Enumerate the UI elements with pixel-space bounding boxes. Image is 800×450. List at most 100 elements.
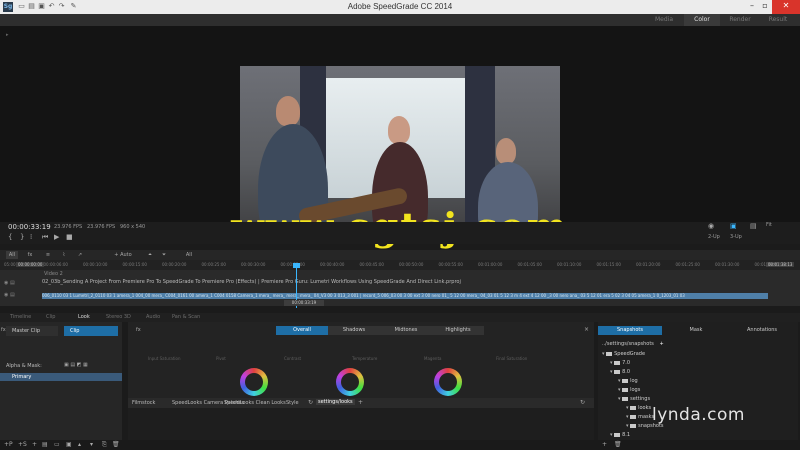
track-list-icon[interactable]: ≡ (44, 251, 52, 259)
prev-icon[interactable]: ⏶ (146, 251, 154, 259)
slider-temperature[interactable]: Temperature (352, 356, 377, 361)
tree-item[interactable]: ▾ 7.0 (610, 360, 630, 366)
close-icon[interactable]: ✕ (772, 0, 800, 14)
tab-highlights[interactable]: Highlights (432, 326, 484, 335)
tab-stereo3d[interactable]: Stereo 3D (106, 314, 131, 320)
track-v2-eye-icon[interactable]: ◉ ▤ (4, 280, 15, 286)
tree-item[interactable]: ▾ masks (626, 414, 654, 420)
color-wheel-1[interactable] (240, 368, 268, 396)
in-point-icon[interactable]: { (8, 233, 12, 241)
window-title: Adobe SpeedGrade CC 2014 (347, 2, 453, 11)
layer-up-icon[interactable]: ▴ (78, 441, 81, 448)
viewer-mode-icon[interactable]: ◉ (708, 222, 714, 230)
playhead-handle[interactable] (293, 263, 300, 268)
tab-overall[interactable]: Overall (276, 326, 328, 335)
viewer-split-icon[interactable]: ▤ (750, 222, 757, 230)
tab-render[interactable]: Render (722, 14, 758, 26)
tab-snapshots[interactable]: Snapshots (598, 326, 662, 335)
alpha-mask-label: Alpha & Mask: (6, 363, 42, 369)
ruler-tick-label: 00:00:15:00 (122, 262, 147, 267)
tab-filmstock[interactable]: Filmstock (132, 400, 155, 406)
all-button[interactable]: All (6, 251, 18, 259)
slider-contrast[interactable]: Contrast (284, 356, 301, 361)
all-tracks-button[interactable]: All (180, 251, 198, 259)
tab-shadows[interactable]: Shadows (328, 326, 380, 335)
tab-timeline[interactable]: Timeline (10, 314, 31, 320)
stop-icon[interactable]: ■ (66, 233, 73, 241)
tree-item[interactable]: ▾ 8.1 (610, 432, 630, 438)
slider-final-saturation[interactable]: Final Saturation (496, 356, 527, 361)
look-library-content[interactable] (128, 408, 594, 440)
auto-button[interactable]: + Auto (112, 251, 134, 259)
tab-mask[interactable]: Mask (664, 326, 728, 335)
fps-display: 23.976 FPS (54, 224, 83, 230)
tree-item[interactable]: ▾ 8.0 (610, 369, 630, 375)
snapshots-path[interactable]: ../settings/snapshots + (602, 341, 798, 347)
maximize-icon[interactable]: ▫ (758, 0, 772, 14)
library-sync-icon[interactable]: ↻ (580, 399, 585, 406)
tree-item[interactable]: ▾ settings (618, 396, 650, 402)
zoom-select[interactable]: Fit (766, 222, 772, 228)
folder-icon[interactable]: ▭ (54, 441, 60, 448)
tree-item[interactable]: ▾ looks (626, 405, 651, 411)
toggle-icon[interactable]: ⁞ (30, 233, 32, 241)
snap-trash-icon[interactable]: 🗑 (614, 441, 622, 448)
slider-magenta[interactable]: Magenta (424, 356, 441, 361)
minimize-icon[interactable]: – (745, 0, 759, 14)
add-layer-icon[interactable]: +P (4, 441, 13, 448)
refresh-icon[interactable]: ↻ (308, 399, 313, 406)
viewer-menu-arrow-icon[interactable]: ▸ (6, 32, 9, 38)
track-fx-icon[interactable]: fx (26, 251, 34, 259)
slider-pivot[interactable]: Pivot (216, 356, 226, 361)
ruler-tick-label: 00:01:30:00 (715, 262, 740, 267)
tree-item[interactable]: ▾ SpeedGrade (602, 351, 645, 357)
tree-item[interactable]: ▾ logs (618, 387, 640, 393)
master-clip-tab[interactable]: Master Clip (6, 326, 58, 336)
tab-clip[interactable]: Clip (46, 314, 55, 320)
track-arrow-icon[interactable]: ↗ (76, 251, 84, 259)
tab-media[interactable]: Media (646, 14, 682, 26)
play-icon[interactable]: ▶ (54, 233, 59, 241)
tab-midtones[interactable]: Midtones (380, 326, 432, 335)
viewer-compare-icon[interactable]: ▣ (730, 222, 737, 230)
slider-input-saturation[interactable]: Input Saturation (148, 356, 180, 361)
tab-result[interactable]: Result (760, 14, 796, 26)
layout-2up-button[interactable]: 2-Up (708, 234, 720, 240)
track-v1-eye-icon[interactable]: ◉ ▤ (4, 292, 15, 298)
layer-options-icon[interactable]: ▤ (42, 441, 48, 448)
tree-item-label: logs (630, 387, 641, 393)
tab-look[interactable]: Look (78, 314, 90, 320)
clip-tab[interactable]: Clip (64, 326, 118, 336)
grading-panel: fx Overall Shadows Midtones Highlights I… (128, 322, 594, 398)
track-cut-icon[interactable]: ⌇ (60, 251, 68, 259)
tab-audio[interactable]: Audio (146, 314, 160, 320)
mask-mode-icons[interactable]: ▣ ▤ ◩ ▦ (64, 362, 116, 369)
clip-title-bar[interactable]: 02_03b_Sending A Project From Premiere P… (42, 279, 622, 285)
add-secondary-icon[interactable]: +S (18, 441, 27, 448)
add-tab-icon[interactable]: + (358, 399, 363, 406)
tab-color[interactable]: Color (684, 14, 720, 26)
tab-settings-looks[interactable]: settings/looks (316, 399, 355, 405)
add-icon[interactable]: + (32, 441, 37, 448)
tab-style[interactable]: Style (286, 400, 299, 406)
add-path-icon[interactable]: + (660, 341, 664, 347)
go-to-start-icon[interactable]: ⏮ (42, 233, 48, 242)
viewer-timecode[interactable]: 00:00:33:19 (8, 223, 51, 231)
clip-strip[interactable]: 006_0110 03 1 Lumetri_2_0110 03 1 amera_… (42, 293, 768, 299)
snap-add-icon[interactable]: + (602, 441, 607, 448)
delete-icon[interactable]: 🗑 (112, 441, 120, 448)
tab-pan-scan[interactable]: Pan & Scan (172, 314, 200, 320)
next-icon[interactable]: ⏷ (160, 251, 168, 259)
tree-item[interactable]: ▾ log (618, 378, 638, 384)
out-point-icon[interactable]: } (20, 233, 24, 241)
link-icon[interactable]: ⎘ (102, 441, 107, 449)
tab-speedlooks-clean[interactable]: SpeedLooks Clean Looks (224, 400, 286, 406)
grading-close-icon[interactable]: × (584, 326, 589, 333)
tab-annotations[interactable]: Annotations (730, 326, 794, 335)
primary-layer-row[interactable]: Primary (0, 373, 122, 381)
color-wheel-3[interactable] (434, 368, 462, 396)
layer-down-icon[interactable]: ▾ (90, 441, 93, 448)
color-wheel-2[interactable] (336, 368, 364, 396)
save-look-icon[interactable]: ▣ (66, 441, 72, 448)
layout-3up-button[interactable]: 3-Up (730, 234, 742, 240)
